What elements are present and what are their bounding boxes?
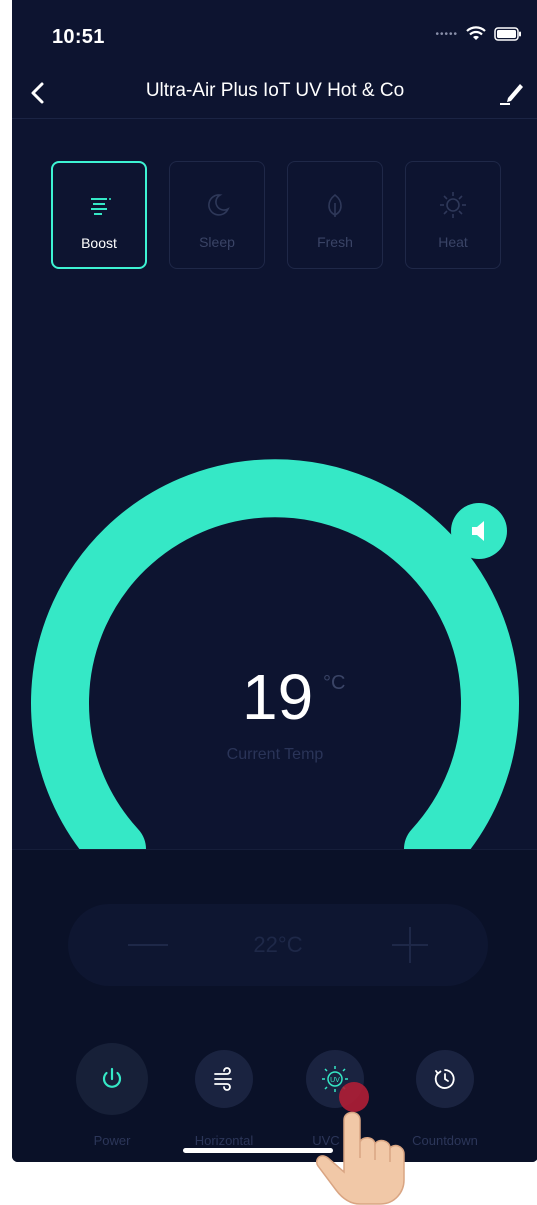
power-label: Power — [93, 1133, 131, 1148]
device-screen: 10:51 ••••• Ultra-Air Plus IoT UV Hot & … — [12, 0, 537, 1162]
power-icon — [102, 1067, 122, 1088]
pointing-hand-icon — [316, 1082, 405, 1205]
horizontal-control[interactable]: Horizontal — [195, 1050, 253, 1148]
power-control[interactable]: Power — [76, 1043, 148, 1148]
setpoint-stepper: 22°C — [68, 904, 488, 986]
countdown-button[interactable] — [416, 1050, 474, 1108]
power-button[interactable] — [76, 1043, 148, 1115]
bottom-controls: Power Horizontal UV UVC La Countdown — [12, 1043, 537, 1148]
timer-icon — [434, 1069, 455, 1089]
current-temp-value: 19 — [242, 661, 314, 733]
control-panel: 22°C Power Horizontal UV UVC La Countdow… — [12, 849, 537, 1162]
horizontal-label: Horizontal — [194, 1133, 254, 1148]
increase-button-vertical[interactable] — [409, 927, 411, 963]
current-temp-caption: Current Temp — [226, 746, 324, 763]
wind-icon — [214, 1067, 232, 1091]
sound-button[interactable] — [451, 503, 507, 559]
horizontal-button[interactable] — [195, 1050, 253, 1108]
speaker-icon — [472, 521, 484, 541]
countdown-control[interactable]: Countdown — [412, 1050, 478, 1148]
countdown-label: Countdown — [412, 1133, 478, 1148]
current-temp-unit: °C — [323, 672, 346, 694]
